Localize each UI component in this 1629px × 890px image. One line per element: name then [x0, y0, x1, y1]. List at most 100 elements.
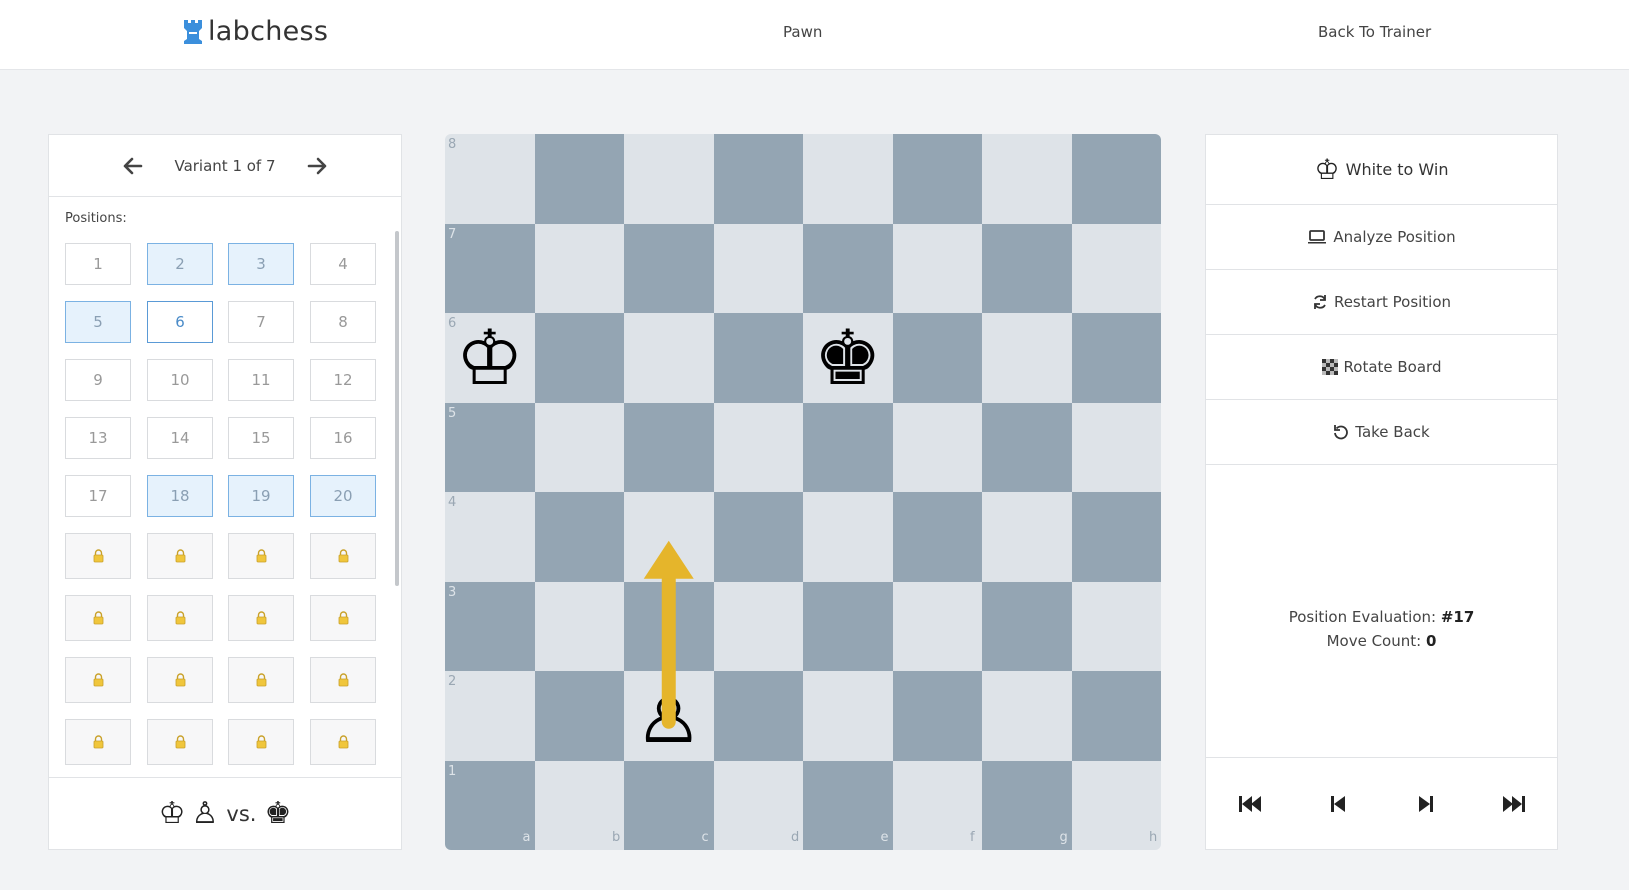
analyze-position-button[interactable]: Analyze Position: [1206, 205, 1557, 270]
position-button-2[interactable]: 2: [147, 243, 213, 285]
position-button-4[interactable]: 4: [310, 243, 376, 285]
move-navigation: [1206, 757, 1557, 849]
lock-icon: [338, 549, 348, 563]
analyze-label: Analyze Position: [1333, 228, 1456, 246]
take-back-button[interactable]: Take Back: [1206, 400, 1557, 465]
position-button-8[interactable]: 8: [310, 301, 376, 343]
position-button-9[interactable]: 9: [65, 359, 131, 401]
position-button-11[interactable]: 11: [228, 359, 294, 401]
position-button-18[interactable]: 18: [147, 475, 213, 517]
position-button-16[interactable]: 16: [310, 417, 376, 459]
chess-board[interactable]: 87654321abcdefgh♔♚♙: [445, 134, 1161, 850]
locked-position[interactable]: [310, 657, 376, 703]
move-count: Move Count: 0: [1206, 629, 1557, 653]
locked-position[interactable]: [65, 719, 131, 765]
variant-label: Variant 1 of 7: [174, 156, 276, 175]
locked-position[interactable]: [147, 533, 213, 579]
lock-icon: [175, 611, 185, 625]
arrow-head: [643, 540, 694, 579]
previous-move-button[interactable]: [1324, 792, 1352, 816]
variant-selector: Variant 1 of 7: [49, 135, 401, 197]
arrow-right-icon: [307, 157, 326, 174]
position-button-5[interactable]: 5: [65, 301, 131, 343]
previous-move-icon: [1331, 796, 1345, 812]
lock-icon: [256, 549, 266, 563]
arrow-left-icon: [124, 157, 143, 174]
logo[interactable]: labchess: [182, 16, 328, 47]
move-count-value: 0: [1425, 632, 1437, 650]
next-move-button[interactable]: [1412, 792, 1440, 816]
position-button-10[interactable]: 10: [147, 359, 213, 401]
refresh-icon: [1312, 294, 1328, 310]
lock-icon: [338, 673, 348, 687]
locked-position[interactable]: [228, 719, 294, 765]
locked-position[interactable]: [310, 719, 376, 765]
rotate-board-button[interactable]: Rotate Board: [1206, 335, 1557, 400]
locked-position[interactable]: [147, 595, 213, 641]
white-pawn-icon: ♙: [191, 795, 219, 831]
move-count-label: Move Count:: [1326, 632, 1422, 650]
rotate-label: Rotate Board: [1343, 358, 1442, 376]
locked-position[interactable]: [228, 533, 294, 579]
lock-icon: [93, 673, 103, 687]
last-move-button[interactable]: [1500, 792, 1528, 816]
locked-position[interactable]: [228, 595, 294, 641]
locked-position[interactable]: [147, 657, 213, 703]
position-button-1[interactable]: 1: [65, 243, 131, 285]
positions-panel: Variant 1 of 7 Positions: 1 2 3 4 5 6 7 8 9 10 11 1…: [48, 134, 402, 850]
restart-label: Restart Position: [1333, 293, 1452, 311]
objective-label: White to Win: [1345, 160, 1449, 179]
position-button-7[interactable]: 7: [228, 301, 294, 343]
locked-position[interactable]: [310, 595, 376, 641]
evaluation-label: Position Evaluation:: [1288, 608, 1437, 626]
objective-banner: ♔ White to Win: [1206, 135, 1557, 205]
evaluation-value: #17: [1440, 608, 1475, 626]
position-button-13[interactable]: 13: [65, 417, 131, 459]
lock-icon: [338, 611, 348, 625]
controls-panel: ♔ White to Win Analyze Position Restart …: [1205, 134, 1558, 850]
position-button-14[interactable]: 14: [147, 417, 213, 459]
top-navbar: labchess Pawn Back To Trainer: [0, 0, 1629, 70]
take-back-label: Take Back: [1355, 423, 1430, 441]
logo-text: labchess: [208, 16, 329, 47]
position-button-19[interactable]: 19: [228, 475, 294, 517]
position-button-3[interactable]: 3: [228, 243, 294, 285]
page-title: Pawn: [783, 23, 823, 41]
move-arrow: [643, 540, 694, 729]
evaluation-info: Position Evaluation: #17 Move Count: 0: [1206, 605, 1557, 653]
checkerboard-icon: [1321, 359, 1338, 375]
lock-icon: [338, 735, 348, 749]
next-move-icon: [1419, 796, 1433, 812]
lock-icon: [256, 611, 266, 625]
locked-position[interactable]: [147, 719, 213, 765]
lock-icon: [93, 611, 103, 625]
position-button-15[interactable]: 15: [228, 417, 294, 459]
lock-icon: [175, 673, 185, 687]
locked-position[interactable]: [310, 533, 376, 579]
lock-icon: [175, 735, 185, 749]
undo-icon: [1333, 424, 1349, 440]
locked-position[interactable]: [65, 657, 131, 703]
first-move-icon: [1239, 796, 1261, 812]
position-button-17[interactable]: 17: [65, 475, 131, 517]
previous-variant-button[interactable]: [120, 155, 146, 177]
position-button-12[interactable]: 12: [310, 359, 376, 401]
first-move-button[interactable]: [1236, 792, 1264, 816]
positions-title: Positions:: [65, 211, 127, 226]
versus-label: vs.: [226, 801, 257, 826]
next-variant-button[interactable]: [304, 155, 330, 177]
white-king-icon: ♔: [1314, 153, 1340, 186]
lock-icon: [93, 549, 103, 563]
back-to-trainer-link[interactable]: Back To Trainer: [1318, 23, 1431, 41]
positions-scrollbar[interactable]: [395, 231, 399, 586]
lock-icon: [93, 735, 103, 749]
lock-icon: [256, 735, 266, 749]
locked-position[interactable]: [65, 595, 131, 641]
locked-position[interactable]: [228, 657, 294, 703]
positions-list[interactable]: Positions: 1 2 3 4 5 6 7 8 9 10 11 12 13 14 15 16 17 18 19…: [49, 197, 401, 777]
position-button-20[interactable]: 20: [310, 475, 376, 517]
restart-position-button[interactable]: Restart Position: [1206, 270, 1557, 335]
locked-position[interactable]: [65, 533, 131, 579]
black-king-icon: ♚: [264, 795, 292, 831]
position-button-6[interactable]: 6: [147, 301, 213, 343]
